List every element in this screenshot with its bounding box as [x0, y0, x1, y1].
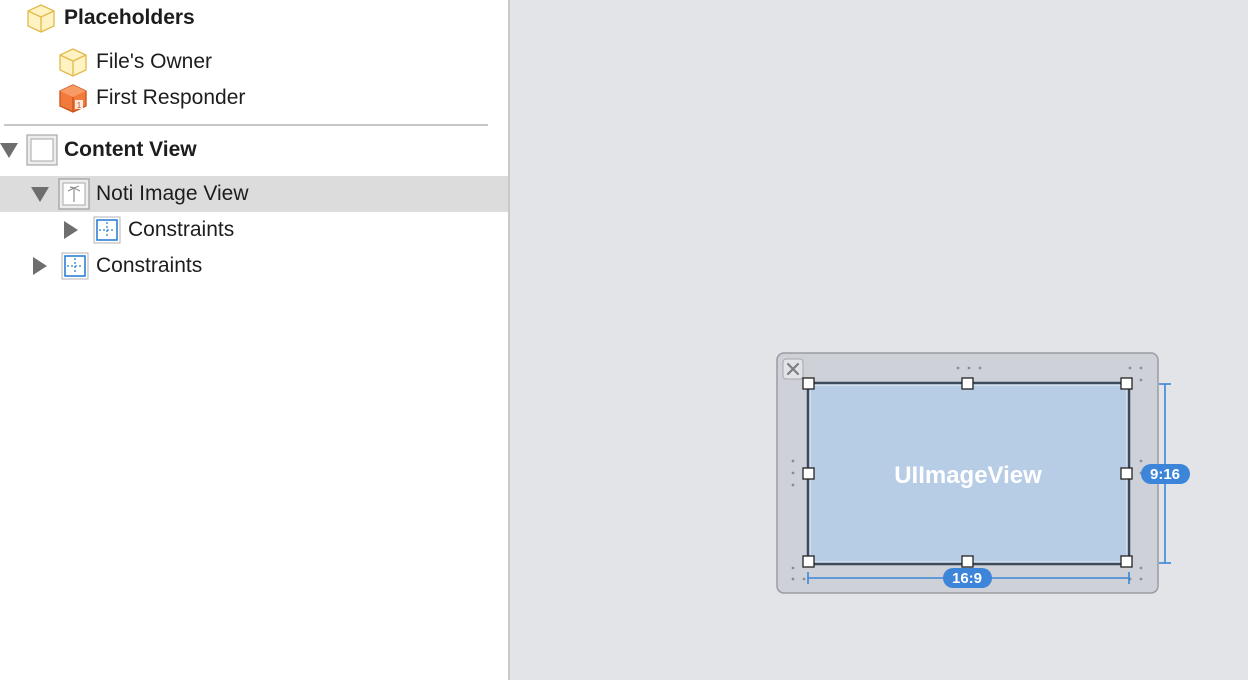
outline-item-label: Constraints [128, 218, 235, 241]
cube-placeholder-icon [59, 48, 87, 77]
svg-text:9:16: 9:16 [1150, 466, 1180, 483]
handle-bottom [961, 555, 974, 568]
image-view-icon [58, 178, 90, 210]
disclosure-triangle-expanded-icon[interactable] [0, 142, 18, 158]
image-view-label: UIImageView [894, 462, 1042, 489]
outline-item-files-owner[interactable]: File's Owner [58, 44, 212, 80]
outline-item-content-view[interactable]: Content View [0, 132, 197, 168]
document-outline: Placeholders File's Owner 1 First Respon… [0, 0, 508, 680]
outline-item-label: Constraints [96, 254, 203, 277]
handle-left [802, 467, 815, 480]
outline-item-noti-image-view[interactable]: Noti Image View [31, 176, 249, 212]
outline-item-constraints[interactable]: Constraints [33, 248, 202, 284]
outline-item-first-responder[interactable]: 1 First Responder [58, 80, 245, 116]
first-responder-cube-icon: 1 [59, 84, 87, 113]
constraints-icon [61, 252, 89, 280]
interface-builder-canvas[interactable]: UIImageView 16:9 9:16 [510, 0, 1248, 680]
handle-bottom-right [1120, 555, 1133, 568]
outline-item-label: Content View [64, 138, 197, 161]
outline-item-label: File's Owner [96, 50, 213, 73]
close-icon [782, 358, 804, 380]
svg-text:16:9: 16:9 [952, 570, 982, 587]
height-constraint-badge: 9:16 [1141, 464, 1190, 484]
outline-item-constraints-child[interactable]: Constraints [64, 212, 234, 248]
handle-top [961, 377, 974, 390]
handle-top-right [1120, 377, 1133, 390]
handle-right [1120, 467, 1133, 480]
outline-item-label: Placeholders [64, 6, 195, 29]
outline-item-placeholders[interactable]: Placeholders [26, 0, 195, 36]
disclosure-triangle-collapsed-icon[interactable] [33, 257, 47, 275]
outline-item-label: Noti Image View [96, 182, 249, 205]
svg-text:1: 1 [77, 101, 82, 110]
handle-bottom-left [802, 555, 815, 568]
disclosure-triangle-expanded-icon[interactable] [31, 186, 49, 202]
width-constraint-badge: 16:9 [943, 568, 992, 588]
view-icon [26, 134, 58, 166]
cube-placeholder-icon [27, 4, 55, 33]
handle-top-left [802, 377, 815, 390]
outline-item-label: First Responder [96, 86, 246, 109]
canvas-scene: UIImageView 16:9 9:16 [776, 352, 1190, 594]
outline-separator [4, 124, 488, 126]
disclosure-triangle-collapsed-icon[interactable] [64, 221, 78, 239]
constraints-icon [93, 216, 121, 244]
